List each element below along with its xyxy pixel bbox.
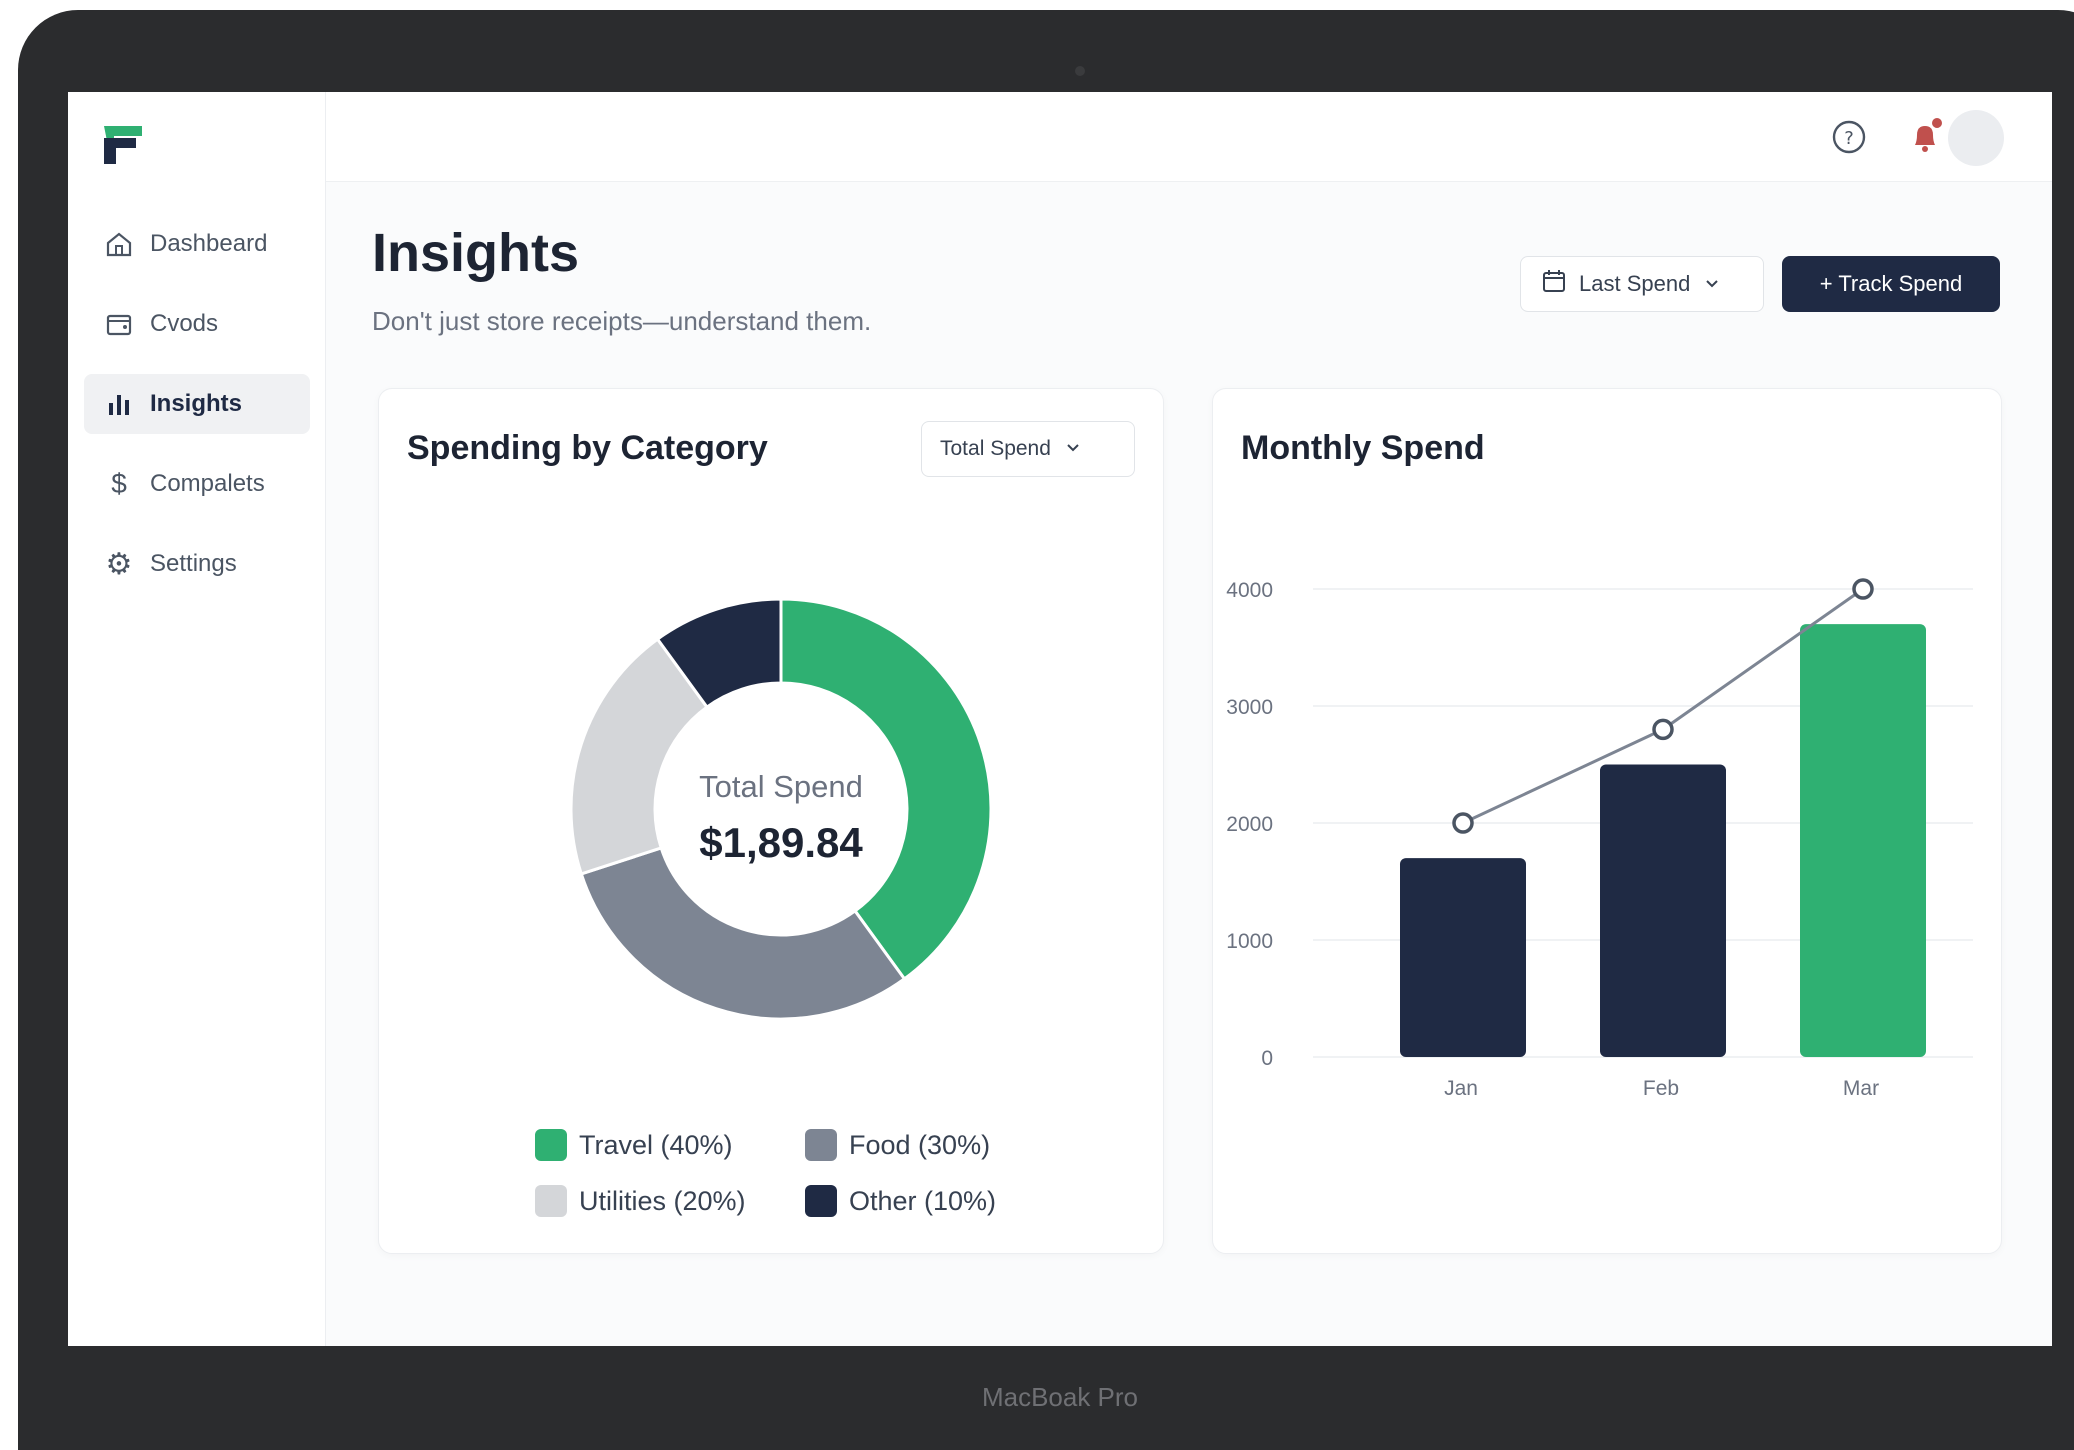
bar-feb	[1600, 764, 1726, 1057]
camera-dot	[1075, 66, 1085, 76]
y-tick-label: 2000	[1226, 813, 1273, 836]
chevron-down-icon	[1065, 437, 1081, 461]
donut-chart: Total Spend $1,89.84	[501, 529, 1061, 1089]
sidebar-item-cards[interactable]: Cvods	[84, 294, 310, 354]
legend-item: Utilities (20%)	[535, 1185, 746, 1217]
date-range-button[interactable]: Last Spend	[1520, 256, 1764, 312]
donut-svg	[569, 597, 993, 1021]
donut-center-label: Total Spend	[699, 769, 863, 804]
y-tick-label: 1000	[1226, 930, 1273, 953]
y-tick-label: 4000	[1226, 579, 1273, 602]
device-label: MacBoak Pro	[981, 1382, 1139, 1412]
bell-icon[interactable]	[1904, 116, 1946, 158]
x-tick-label: Jan	[1444, 1077, 1478, 1100]
main-content: Insights Don't just store receipts—under…	[326, 182, 2052, 1346]
trend-point-feb	[1652, 718, 1674, 741]
x-tick-label: Feb	[1643, 1077, 1679, 1100]
donut-slice-food	[579, 846, 907, 1021]
sidebar-item-label: Compalets	[150, 470, 265, 497]
donut-center-value: $1,89.84	[699, 819, 863, 866]
legend-item: Other (10%)	[805, 1185, 996, 1217]
card-icon	[102, 307, 136, 341]
home-icon	[102, 227, 136, 261]
legend-label: Travel (40%)	[579, 1129, 733, 1160]
legend-swatch	[535, 1185, 567, 1217]
avatar[interactable]	[1948, 110, 2004, 166]
sidebar-item-settings[interactable]: ⚙ Settings	[84, 534, 310, 594]
legend-label: Other (10%)	[849, 1185, 997, 1216]
top-bar: ?	[326, 92, 2052, 182]
trend-point-mar	[1852, 578, 1874, 600]
bar-mar	[1800, 624, 1926, 1057]
bar-jan	[1400, 858, 1526, 1057]
sidebar-item-compalets[interactable]: $ Compalets	[84, 454, 310, 514]
app-logo[interactable]	[98, 116, 150, 173]
app-screen: Dashbeard Cvods Insights $ Compalets ⚙ S…	[68, 92, 2052, 1346]
date-range-label: Last Spend	[1579, 271, 1691, 296]
sidebar-item-insights[interactable]: Insights	[84, 374, 310, 434]
dropdown-label: Total Spend	[940, 437, 1051, 460]
page-title: Insights	[372, 223, 580, 283]
help-icon[interactable]: ?	[1828, 116, 1870, 158]
legend-swatch	[805, 1129, 837, 1161]
legend-label: Food (30%)	[849, 1129, 991, 1160]
svg-text:?: ?	[1844, 128, 1854, 149]
legend-swatch	[535, 1129, 567, 1161]
sidebar-item-label: Settings	[150, 550, 237, 577]
legend-label: Utilities (20%)	[579, 1185, 746, 1216]
sidebar-item-label: Dashbeard	[150, 230, 268, 257]
monthly-spend-chart: 0 1000 2000 3000 4000 Jan Feb Mar	[1226, 578, 1973, 1100]
chevron-down-icon	[1704, 271, 1720, 297]
page-subtitle: Don't just store receipts—understand the…	[372, 306, 872, 336]
spending-by-category-card: Spending by Category Total Spend Total S…	[378, 388, 1164, 1254]
x-tick-label: Mar	[1843, 1077, 1879, 1100]
metric-dropdown[interactable]: Total Spend	[921, 421, 1135, 477]
y-tick-label: 3000	[1226, 696, 1273, 719]
legend-item: Travel (40%)	[535, 1129, 733, 1161]
sidebar-item-label: Cvods	[150, 310, 219, 337]
gear-icon: ⚙	[105, 547, 133, 581]
bar-chart-icon	[102, 387, 136, 421]
card-title: Spending by Category	[407, 429, 768, 467]
sidebar-item-dashboard[interactable]: Dashbeard	[84, 214, 310, 274]
legend-swatch	[805, 1185, 837, 1217]
legend-item: Food (30%)	[805, 1129, 990, 1161]
y-tick-label: 0	[1261, 1047, 1273, 1070]
sidebar-nav: Dashbeard Cvods Insights $ Compalets ⚙ S…	[84, 214, 310, 614]
calendar-icon	[1541, 268, 1567, 300]
monthly-spend-card: Monthly Spend 0 1000 2000 3000 4000 Jan Feb Mar	[1212, 388, 2002, 1254]
track-spend-button[interactable]: + Track Spend	[1782, 256, 2000, 312]
trend-point-jan	[1452, 812, 1474, 834]
sidebar-item-label: Insights	[150, 390, 243, 417]
dollar-icon: $	[111, 468, 127, 499]
sidebar: Dashbeard Cvods Insights $ Compalets ⚙ S…	[68, 92, 326, 1346]
